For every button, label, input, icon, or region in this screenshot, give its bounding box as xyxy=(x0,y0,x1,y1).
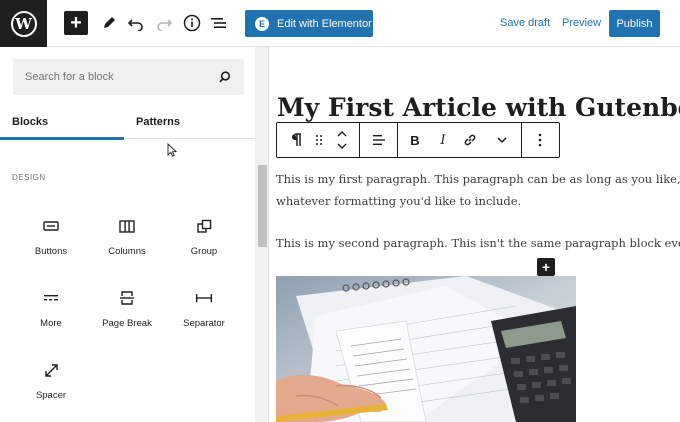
italic-button[interactable]: I xyxy=(431,123,455,157)
buttons-icon xyxy=(41,216,61,236)
sidebar-scrollbar-thumb[interactable] xyxy=(258,165,267,247)
block-search-box[interactable] xyxy=(13,59,244,95)
search-icon xyxy=(219,71,231,83)
save-draft-button[interactable]: Save draft xyxy=(500,17,550,29)
add-block-button[interactable]: + xyxy=(64,11,88,35)
tab-blocks[interactable]: Blocks xyxy=(0,105,124,140)
paragraph-1-line-1[interactable]: This is my first paragraph. This paragra… xyxy=(276,172,680,186)
plus-icon: + xyxy=(541,259,551,275)
block-buttons[interactable]: Buttons xyxy=(15,214,87,276)
block-more[interactable]: More xyxy=(15,286,87,348)
image-block[interactable] xyxy=(276,276,576,422)
undo-button[interactable] xyxy=(124,11,148,35)
pencil-icon xyxy=(104,17,115,28)
receipts-calculator-photo xyxy=(276,276,576,422)
editor-canvas: My First Article with Gutenberg B I This… xyxy=(269,47,680,422)
block-options-button[interactable] xyxy=(527,123,553,157)
page-break-icon xyxy=(117,288,137,308)
list-view-button[interactable] xyxy=(207,11,231,35)
block-toolbar: B I xyxy=(276,122,560,158)
redo-button[interactable] xyxy=(152,11,176,35)
drag-handle-icon xyxy=(316,135,322,145)
block-type-button[interactable] xyxy=(283,123,309,157)
post-title[interactable]: My First Article with Gutenberg xyxy=(277,93,680,122)
link-button[interactable] xyxy=(458,123,482,157)
spacer-icon xyxy=(41,360,61,380)
undo-icon xyxy=(128,19,143,31)
preview-button[interactable]: Preview xyxy=(562,17,601,29)
wordpress-logo-icon: W xyxy=(10,10,37,37)
more-rich-text-controls-button[interactable] xyxy=(489,123,515,157)
toolbar-divider xyxy=(359,123,360,157)
more-icon xyxy=(41,288,61,308)
mouse-cursor-icon xyxy=(167,143,177,157)
italic-icon: I xyxy=(440,132,446,148)
move-up-down-icon xyxy=(337,131,347,149)
block-inserter-plus-button[interactable]: + xyxy=(537,258,555,276)
paragraph-2[interactable]: This is my second paragraph. This isn't … xyxy=(276,236,680,250)
info-icon xyxy=(183,14,201,32)
block-search-input[interactable] xyxy=(25,71,218,83)
block-separator[interactable]: Separator xyxy=(168,286,240,348)
columns-icon xyxy=(117,216,137,236)
tab-patterns[interactable]: Patterns xyxy=(136,105,180,139)
details-button[interactable] xyxy=(180,11,204,35)
publish-button[interactable]: Publish xyxy=(609,10,660,37)
drag-handle[interactable] xyxy=(310,123,328,157)
redo-icon xyxy=(157,19,172,31)
group-icon xyxy=(194,216,214,236)
separator-icon xyxy=(194,288,214,308)
design-category-label: DESIGN xyxy=(12,173,46,182)
block-spacer[interactable]: Spacer xyxy=(15,358,87,420)
toolbar-divider xyxy=(397,123,398,157)
tools-button[interactable] xyxy=(97,11,121,35)
edit-with-elementor-button[interactable]: E Edit with Elementor xyxy=(245,10,373,37)
align-button[interactable] xyxy=(363,123,395,157)
more-vertical-icon xyxy=(538,133,542,147)
toolbar-divider xyxy=(521,123,522,157)
bold-button[interactable]: B xyxy=(403,123,427,157)
list-view-icon xyxy=(211,18,226,28)
plus-icon: + xyxy=(70,12,82,34)
block-page-break[interactable]: Page Break xyxy=(91,286,163,348)
block-group[interactable]: Group xyxy=(168,214,240,276)
wordpress-logo-button[interactable]: W xyxy=(0,0,47,47)
block-columns[interactable]: Columns xyxy=(91,214,163,276)
paragraph-icon xyxy=(292,133,301,146)
paragraph-1-line-2[interactable]: whatever formatting you'd like to includ… xyxy=(276,194,521,208)
edit-with-elementor-label: Edit with Elementor xyxy=(277,17,372,30)
align-left-icon xyxy=(373,135,385,145)
inserter-tabs: Blocks Patterns xyxy=(0,105,255,140)
editor-top-toolbar: W + E Edit with Elementor Save draft Pre… xyxy=(0,0,680,47)
chevron-down-icon xyxy=(497,137,507,144)
block-inserter-panel: Blocks Patterns DESIGN Buttons Columns G… xyxy=(0,47,269,422)
elementor-icon: E xyxy=(255,16,269,31)
bold-icon: B xyxy=(410,132,420,148)
link-icon xyxy=(464,134,476,146)
move-up-down-buttons[interactable] xyxy=(331,123,353,157)
